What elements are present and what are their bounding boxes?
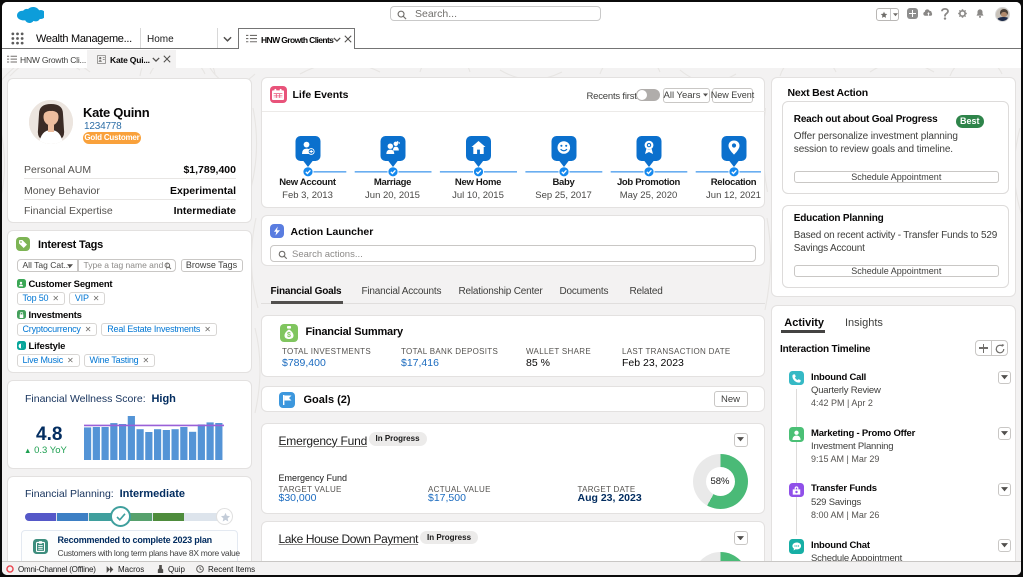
svg-text:$: $ <box>287 332 291 339</box>
